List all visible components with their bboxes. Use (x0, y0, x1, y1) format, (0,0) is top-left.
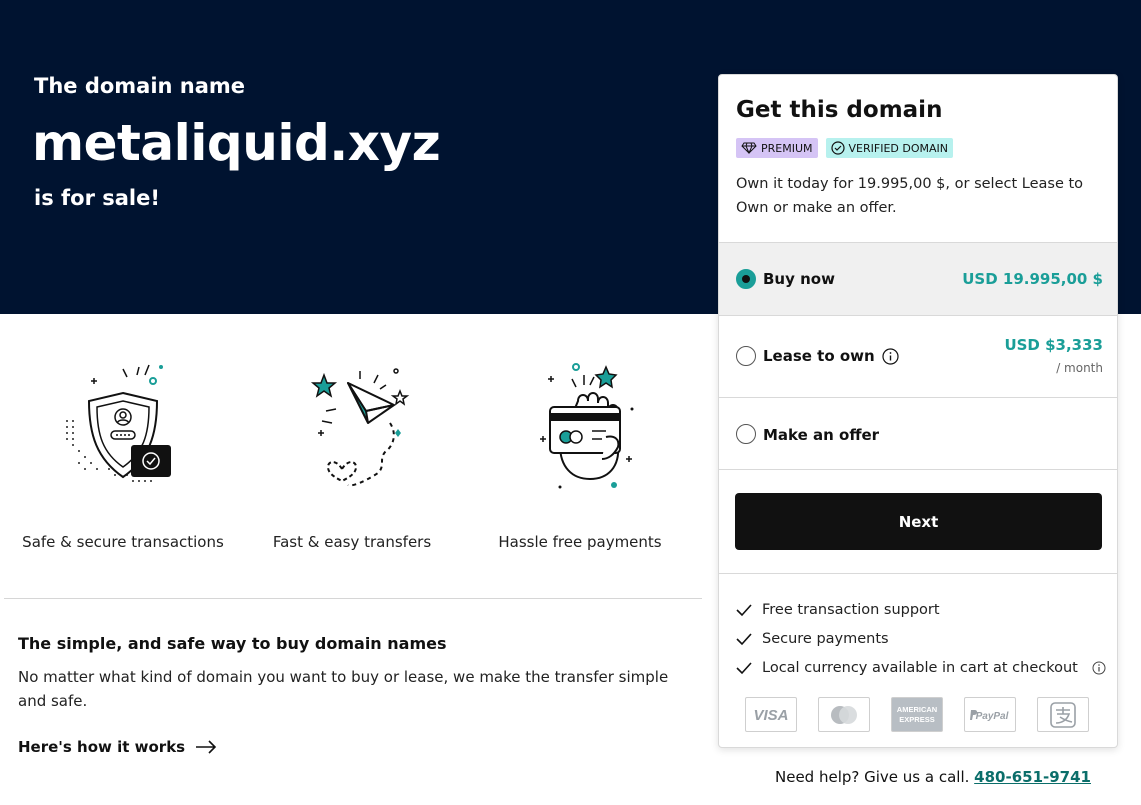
radio-buy-now[interactable] (736, 269, 756, 289)
feature-label: Fast & easy transfers (272, 533, 432, 551)
svg-text:AMERICAN: AMERICAN (897, 705, 937, 714)
hero-kicker: The domain name (34, 74, 246, 98)
premium-badge: PREMIUM (736, 138, 818, 158)
how-it-works-label: Here's how it works (18, 738, 186, 756)
info-icon[interactable] (1092, 661, 1106, 675)
perk-item: Secure payments (736, 624, 1106, 653)
perk-item: Free transaction support (736, 595, 1106, 624)
card-payment-icon (540, 363, 634, 489)
diamond-icon (741, 142, 757, 154)
card-title: Get this domain (736, 97, 943, 123)
mastercard-icon (818, 697, 870, 732)
amex-icon: AMERICAN EXPRESS (891, 697, 943, 732)
option-buy-now[interactable]: Buy now USD 19.995,00 $ (719, 242, 1117, 315)
info-icon[interactable] (882, 347, 899, 365)
domain-name-heading: metaliquid.xyz (32, 114, 441, 172)
paper-plane-icon (310, 368, 410, 487)
visa-icon: VISA (745, 697, 797, 732)
payment-methods: VISA AMERICAN EXPRESS PayPal (745, 697, 1089, 732)
card-description: Own it today for 19.995,00 $, or select … (736, 176, 1084, 216)
perks-list: Free transaction support Secure payments… (736, 595, 1106, 682)
badges: PREMIUM VERIFIED DOMAIN (736, 138, 953, 158)
feature-label: Safe & secure transactions (22, 533, 224, 551)
option-label: Make an offer (763, 426, 880, 444)
section-divider (4, 598, 702, 599)
info-title: The simple, and safe way to buy domain n… (18, 634, 447, 653)
next-button[interactable]: Next (735, 493, 1102, 550)
option-make-offer[interactable]: Make an offer (719, 397, 1117, 469)
option-label: Buy now (763, 270, 835, 288)
feature-transfers: Fast & easy transfers (247, 355, 457, 551)
for-sale-text: is for sale! (34, 186, 160, 210)
divider (719, 469, 1117, 470)
perk-label: Local currency available in cart at chec… (762, 659, 1078, 676)
checkmark-icon (736, 632, 752, 645)
help-line: Need help? Give us a call. 480-651-9741 (775, 768, 1091, 786)
option-price: USD 19.995,00 $ (962, 270, 1103, 288)
checkmark-icon (736, 661, 752, 674)
premium-badge-label: PREMIUM (761, 141, 813, 155)
phone-link[interactable]: 480-651-9741 (974, 768, 1091, 786)
option-price-period: / month (1056, 361, 1103, 375)
check-circle-icon (830, 141, 845, 155)
radio-lease-to-own[interactable] (736, 346, 756, 366)
perk-item: Local currency available in cart at chec… (736, 653, 1106, 682)
option-price: USD $3,333 (1004, 336, 1103, 354)
verified-badge: VERIFIED DOMAIN (825, 138, 953, 158)
svg-text:PayPal: PayPal (976, 711, 1009, 722)
purchase-card: Get this domain PREMIUM VERIFIED DOMAIN … (718, 74, 1118, 748)
feature-payments: Hassle free payments (475, 355, 685, 551)
perk-label: Free transaction support (762, 601, 940, 618)
radio-make-offer[interactable] (736, 424, 756, 444)
arrow-right-icon (196, 740, 217, 754)
info-body: No matter what kind of domain you want t… (18, 668, 669, 710)
svg-text:VISA: VISA (753, 707, 788, 724)
verified-badge-label: VERIFIED DOMAIN (848, 141, 948, 155)
checkmark-icon (736, 603, 752, 616)
option-label-wrap: Lease to own (763, 347, 899, 365)
option-label: Lease to own (763, 347, 875, 365)
perk-label: Secure payments (762, 630, 889, 647)
svg-text:EXPRESS: EXPRESS (899, 715, 934, 724)
feature-label: Hassle free payments (498, 533, 662, 551)
feature-secure: Safe & secure transactions (18, 355, 228, 551)
option-lease-to-own[interactable]: Lease to own USD $3,333 / month (719, 315, 1117, 397)
alipay-icon (1037, 697, 1089, 732)
help-text: Need help? Give us a call. (775, 768, 970, 786)
paypal-icon: PayPal (964, 697, 1016, 732)
shield-user-icon (66, 364, 171, 482)
divider (719, 573, 1117, 574)
how-it-works-link[interactable]: Here's how it works (18, 738, 217, 756)
